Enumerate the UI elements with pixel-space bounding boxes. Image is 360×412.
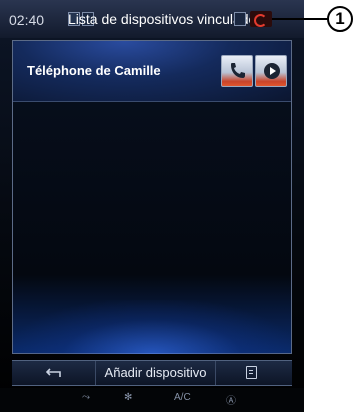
device-name: Téléphone de Camille [27, 63, 161, 78]
add-device-button[interactable]: Añadir dispositivo [96, 361, 216, 385]
menu-button[interactable] [216, 361, 292, 385]
infotainment-screen: 02:40 Lista de dispositivos vinculados T… [0, 0, 304, 412]
ac-button[interactable]: A/C [174, 392, 191, 403]
menu-icon [246, 366, 257, 379]
panel-glow [12, 300, 292, 354]
air-flow-icon[interactable]: ⤳ [82, 392, 90, 403]
auto-icon[interactable]: Ⓐ [226, 392, 236, 407]
list-item[interactable]: Téléphone de Camille [13, 41, 291, 102]
clock: 02:40 [9, 12, 45, 28]
fan-icon[interactable]: ✻ [124, 392, 132, 403]
callout-number: 1 [327, 6, 353, 32]
action-bar: Añadir dispositivo [12, 360, 292, 386]
phone-icon [231, 63, 245, 78]
status-bar: 02:40 Lista de dispositivos vinculados [0, 0, 304, 38]
battery-icon [234, 12, 246, 26]
callout-leader-line [272, 18, 328, 20]
warning-icon [250, 11, 272, 27]
back-arrow-icon [46, 368, 61, 377]
play-icon [264, 63, 280, 79]
climate-bar: ⤳ ✻ A/C Ⓐ [0, 388, 304, 412]
call-button[interactable] [221, 55, 253, 87]
back-button[interactable] [12, 361, 96, 385]
media-button[interactable] [255, 55, 287, 87]
